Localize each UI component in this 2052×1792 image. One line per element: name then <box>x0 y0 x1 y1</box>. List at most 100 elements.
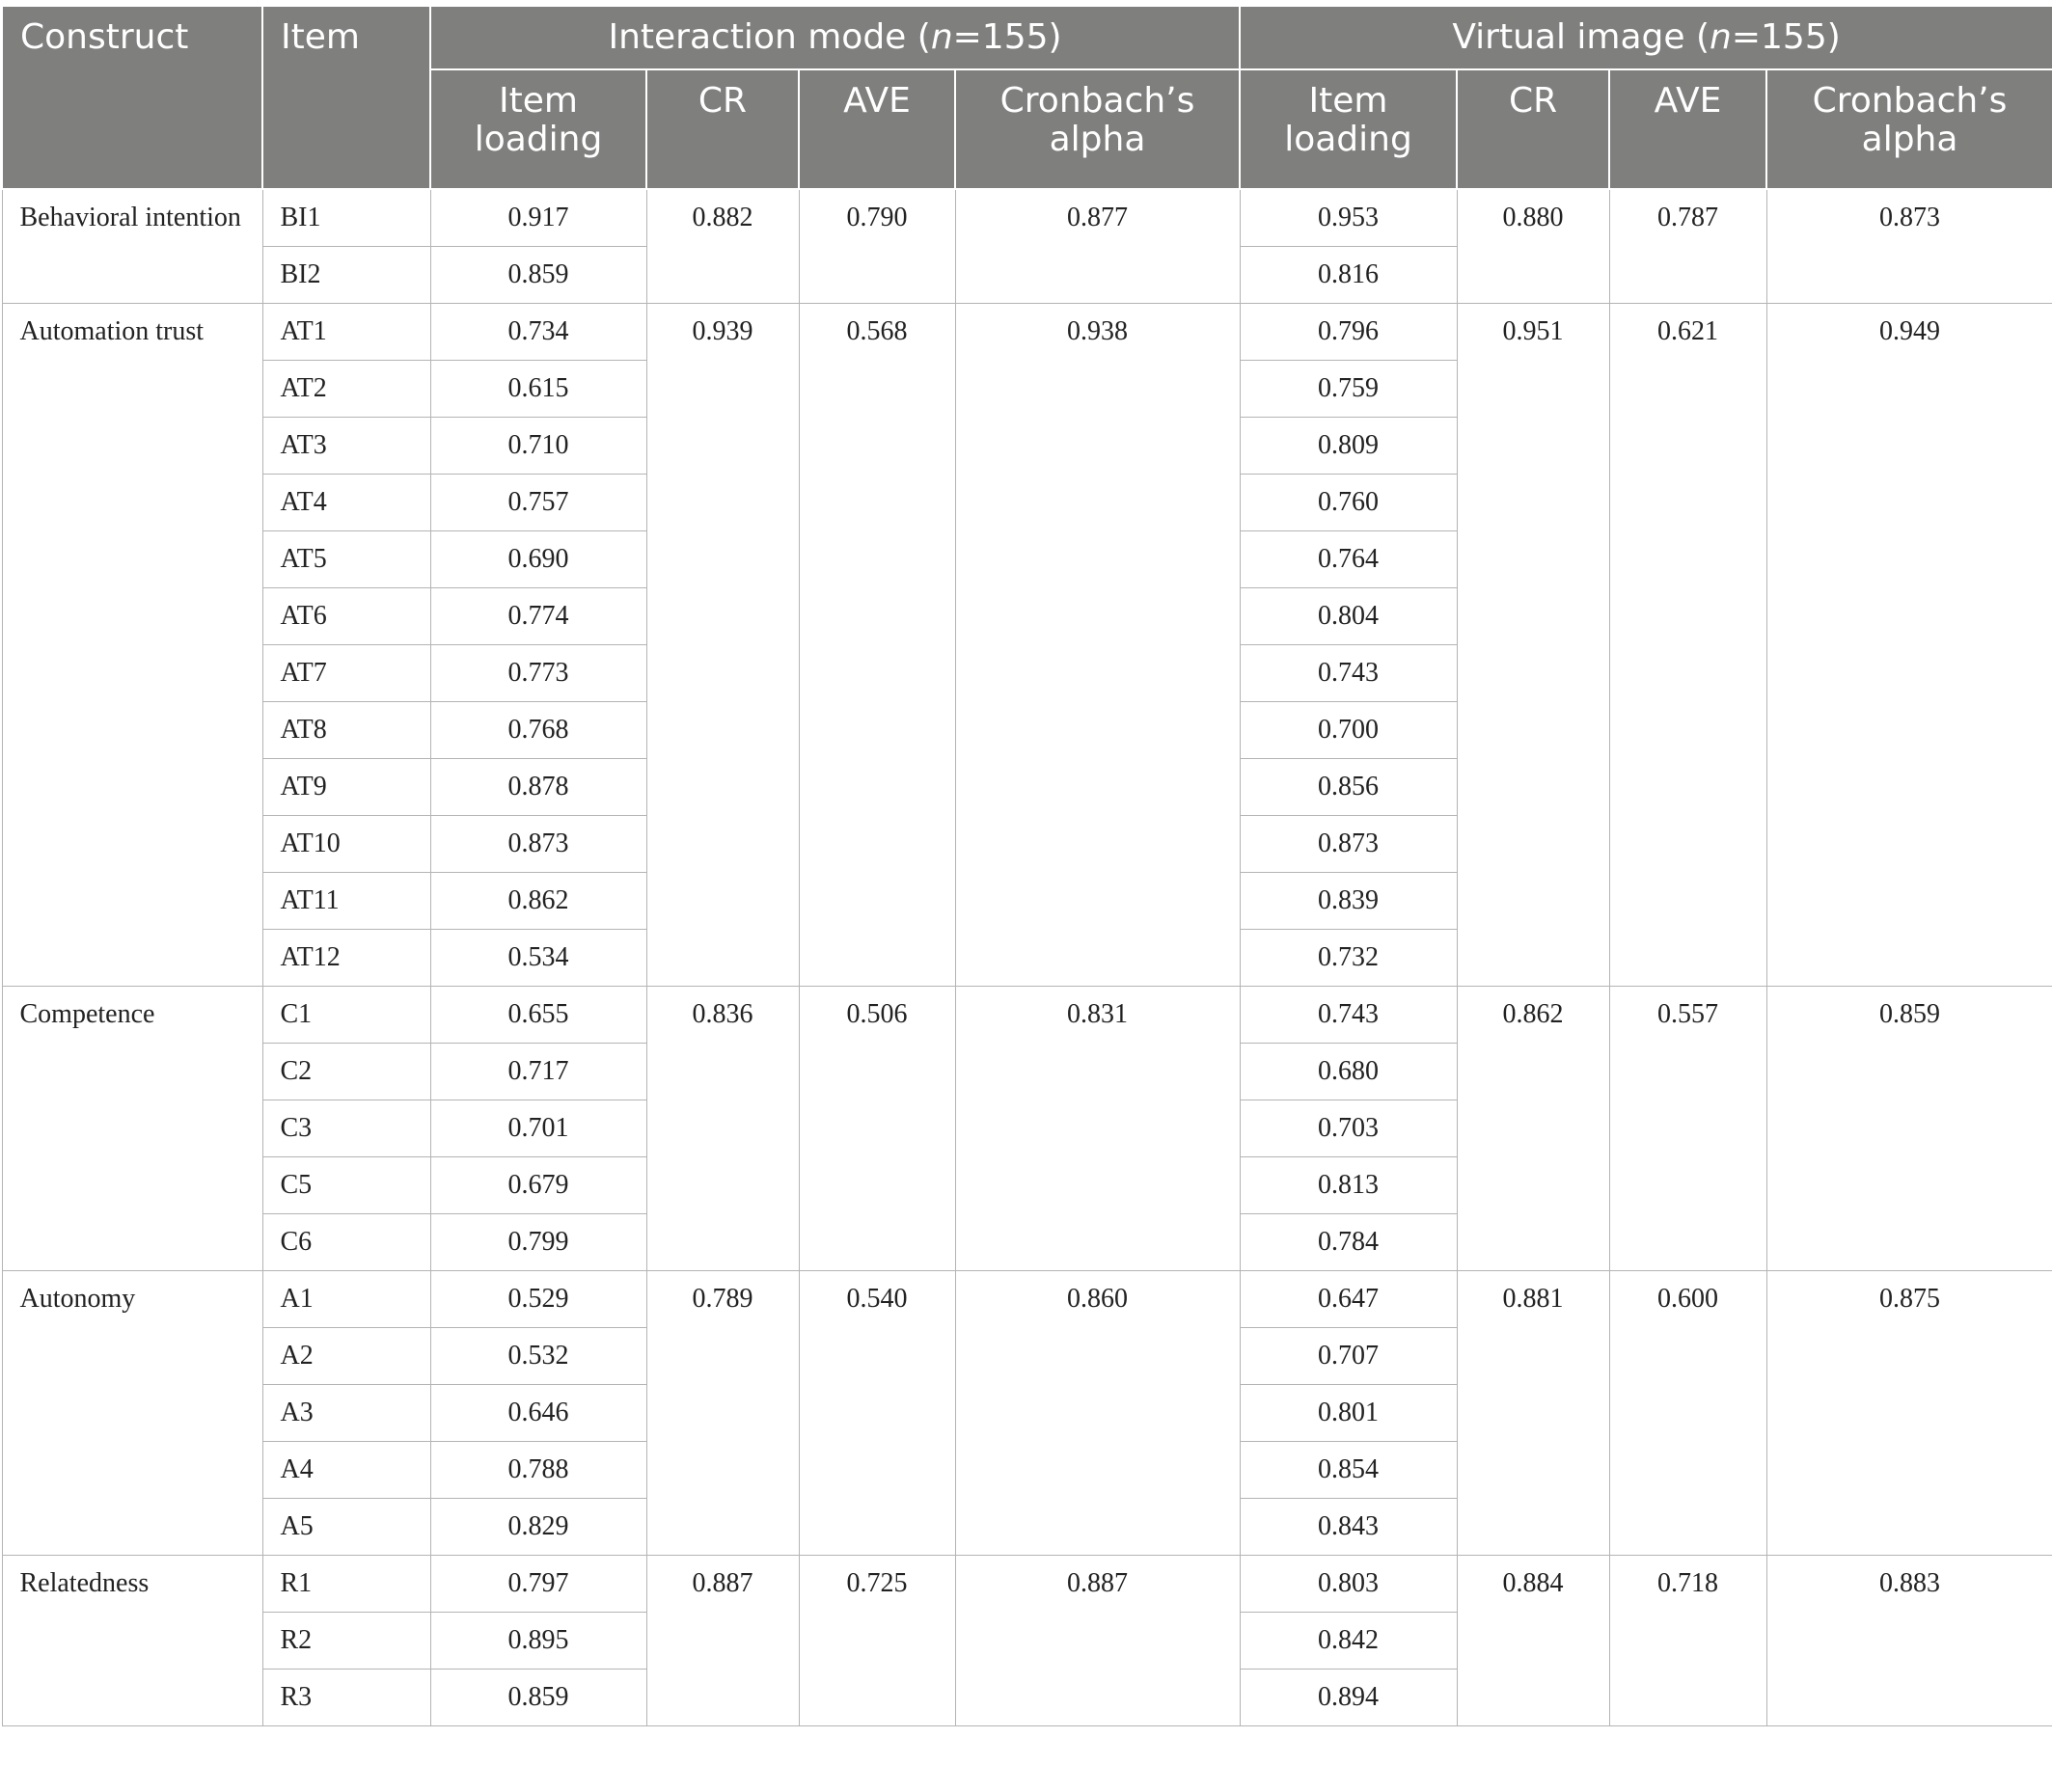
vi-item-loading-cell: 0.743 <box>1239 644 1458 702</box>
header-im-alpha-line1: Cronbach’s <box>999 81 1195 121</box>
vi-item-loading-cell: 0.760 <box>1239 474 1458 531</box>
item-cell: AT6 <box>261 587 431 645</box>
item-cell: A5 <box>261 1498 431 1556</box>
vi-item-loading-cell: 0.809 <box>1239 417 1458 475</box>
bottom-margin <box>0 1775 2052 1792</box>
vi-cr-cell: 0.880 <box>1456 188 1610 304</box>
vi-item-loading-cell: 0.700 <box>1239 701 1458 759</box>
vi-ave-cell: 0.718 <box>1608 1555 1767 1726</box>
item-cell: AT12 <box>261 929 431 987</box>
header-vi-item-loading-line2: loading <box>1284 120 1412 159</box>
im-item-loading-cell: 0.799 <box>429 1213 647 1271</box>
vi-item-loading-cell: 0.854 <box>1239 1441 1458 1499</box>
vi-cr-cell: 0.862 <box>1456 986 1610 1271</box>
vi-item-loading-cell: 0.801 <box>1239 1384 1458 1442</box>
construct-cell: Relatedness <box>1 1555 263 1726</box>
header-im-alpha: Cronbach’s alpha <box>953 68 1242 190</box>
im-item-loading-cell: 0.710 <box>429 417 647 475</box>
im-item-loading-cell: 0.773 <box>429 644 647 702</box>
vi-item-loading-cell: 0.707 <box>1239 1327 1458 1385</box>
vi-item-loading-cell: 0.803 <box>1239 1555 1458 1613</box>
im-item-loading-cell: 0.734 <box>429 303 647 361</box>
im-alpha-cell: 0.831 <box>954 986 1241 1271</box>
construct-cell: Automation trust <box>1 303 263 987</box>
vi-item-loading-cell: 0.839 <box>1239 872 1458 930</box>
im-item-loading-cell: 0.701 <box>429 1100 647 1157</box>
header-im-item-loading: Item loading <box>429 68 647 190</box>
item-cell: C5 <box>261 1156 431 1214</box>
header-interaction-mode: Interaction mode (n=155) <box>428 5 1242 70</box>
vi-cr-cell: 0.884 <box>1456 1555 1610 1726</box>
im-cr-cell: 0.939 <box>645 303 800 987</box>
im-item-loading-cell: 0.797 <box>429 1555 647 1613</box>
im-alpha-cell: 0.887 <box>954 1555 1241 1726</box>
item-cell: A4 <box>261 1441 431 1499</box>
header-interaction-mode-suffix: =155) <box>952 17 1062 57</box>
item-cell: AT4 <box>261 474 431 531</box>
item-cell: AT10 <box>261 815 431 873</box>
item-cell: R3 <box>261 1669 431 1726</box>
im-cr-cell: 0.789 <box>645 1270 800 1556</box>
vi-item-loading-cell: 0.680 <box>1239 1043 1458 1100</box>
im-item-loading-cell: 0.717 <box>429 1043 647 1100</box>
vi-alpha-cell: 0.883 <box>1765 1555 2052 1726</box>
vi-item-loading-cell: 0.813 <box>1239 1156 1458 1214</box>
vi-item-loading-cell: 0.843 <box>1239 1498 1458 1556</box>
im-item-loading-cell: 0.768 <box>429 701 647 759</box>
vi-item-loading-cell: 0.764 <box>1239 530 1458 588</box>
im-item-loading-cell: 0.788 <box>429 1441 647 1499</box>
im-item-loading-cell: 0.859 <box>429 246 647 304</box>
header-im-alpha-line2: alpha <box>1049 120 1146 159</box>
item-cell: AT11 <box>261 872 431 930</box>
im-item-loading-cell: 0.529 <box>429 1270 647 1328</box>
im-item-loading-cell: 0.534 <box>429 929 647 987</box>
item-cell: C2 <box>261 1043 431 1100</box>
im-item-loading-cell: 0.679 <box>429 1156 647 1214</box>
im-alpha-cell: 0.877 <box>954 188 1241 304</box>
im-alpha-cell: 0.860 <box>954 1270 1241 1556</box>
im-item-loading-cell: 0.895 <box>429 1612 647 1670</box>
table-row: Automation trust AT1 0.734 0.939 0.568 0.938 0… <box>1 303 2052 987</box>
item-cell: A1 <box>261 1270 431 1328</box>
vi-alpha-cell: 0.949 <box>1765 303 2052 987</box>
header-im-item-loading-line1: Item <box>499 81 578 121</box>
item-cell: AT1 <box>261 303 431 361</box>
vi-ave-cell: 0.621 <box>1608 303 1767 987</box>
im-ave-cell: 0.790 <box>798 188 956 304</box>
table-row: Autonomy A1 0.529 0.789 0.540 0.860 0.647 0.881… <box>1 1270 2052 1556</box>
vi-item-loading-cell: 0.743 <box>1239 986 1458 1044</box>
vi-item-loading-cell: 0.759 <box>1239 360 1458 418</box>
construct-cell: Competence <box>1 986 263 1271</box>
im-cr-cell: 0.836 <box>645 986 800 1271</box>
item-cell: C3 <box>261 1100 431 1157</box>
im-cr-cell: 0.882 <box>645 188 800 304</box>
table-row: Relatedness R1 0.797 0.887 0.725 0.887 0.803 0.… <box>1 1555 2052 1726</box>
item-cell: AT8 <box>261 701 431 759</box>
item-cell: BI2 <box>261 246 431 304</box>
item-cell: A2 <box>261 1327 431 1385</box>
vi-ave-cell: 0.787 <box>1608 188 1767 304</box>
table-body: Behavioral intention BI1 0.917 0.882 0.790 0.… <box>1 188 2052 1726</box>
vi-item-loading-cell: 0.953 <box>1239 188 1458 247</box>
vi-item-loading-cell: 0.804 <box>1239 587 1458 645</box>
im-item-loading-cell: 0.873 <box>429 815 647 873</box>
header-virtual-image-n: n <box>1710 17 1732 57</box>
im-item-loading-cell: 0.615 <box>429 360 647 418</box>
im-item-loading-cell: 0.646 <box>429 1384 647 1442</box>
vi-alpha-cell: 0.875 <box>1765 1270 2052 1556</box>
header-row-1: Construct Item Interaction mode (n=155) … <box>1 5 2052 190</box>
im-item-loading-cell: 0.757 <box>429 474 647 531</box>
header-construct: Construct <box>1 5 263 190</box>
header-im-item-loading-line2: loading <box>474 120 603 159</box>
vi-item-loading-cell: 0.784 <box>1239 1213 1458 1271</box>
vi-item-loading-cell: 0.842 <box>1239 1612 1458 1670</box>
item-cell: AT9 <box>261 758 431 816</box>
header-vi-alpha-line1: Cronbach’s <box>1812 81 2008 121</box>
im-item-loading-cell: 0.862 <box>429 872 647 930</box>
im-ave-cell: 0.568 <box>798 303 956 987</box>
header-virtual-image: Virtual image (n=155) <box>1239 5 2052 70</box>
im-item-loading-cell: 0.859 <box>429 1669 647 1726</box>
im-ave-cell: 0.506 <box>798 986 956 1271</box>
vi-item-loading-cell: 0.796 <box>1239 303 1458 361</box>
vi-item-loading-cell: 0.894 <box>1239 1669 1458 1726</box>
